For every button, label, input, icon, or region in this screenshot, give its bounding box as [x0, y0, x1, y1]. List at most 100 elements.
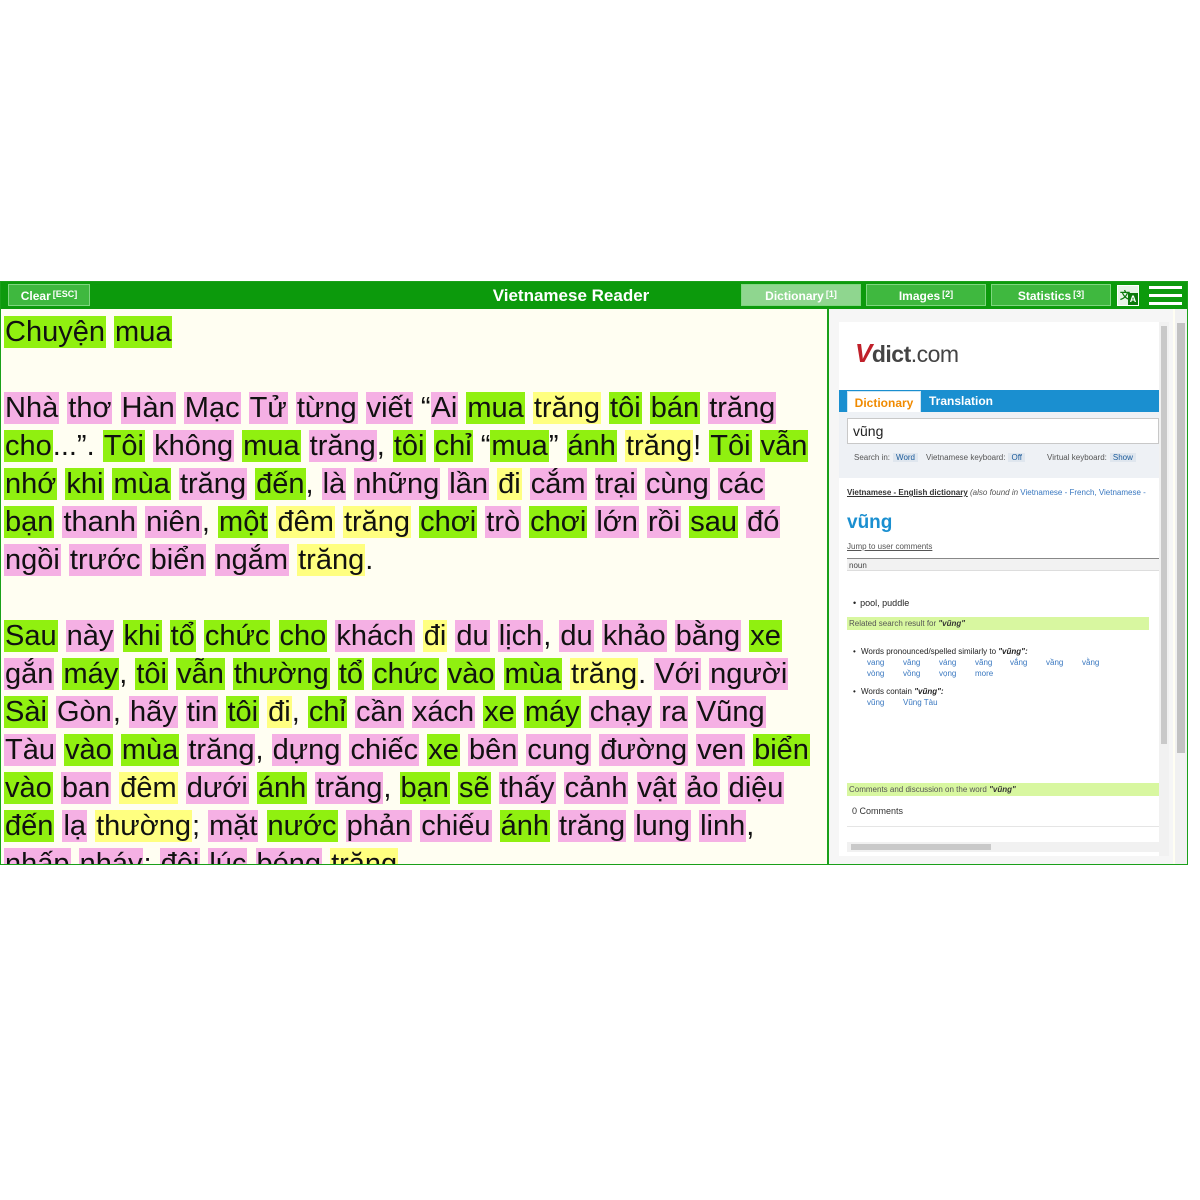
word-token[interactable]: Sau [4, 620, 58, 652]
word-token[interactable]: cắm [529, 468, 587, 500]
word-token[interactable]: hãy [128, 696, 178, 728]
word-token[interactable]: tôi [609, 392, 642, 424]
search-input[interactable]: vũng [847, 418, 1159, 444]
word-token[interactable]: trăng [342, 506, 412, 538]
word-token[interactable]: trăng [558, 810, 627, 842]
similar-word-link[interactable]: vang [867, 658, 884, 667]
word-token[interactable]: chức [203, 620, 271, 652]
word-token[interactable]: du [455, 620, 490, 652]
word-token[interactable]: Ai [430, 392, 459, 424]
word-token[interactable]: thường [95, 810, 192, 842]
virtual-keyboard-value[interactable]: Show [1109, 453, 1136, 462]
word-token[interactable]: lạ [62, 810, 88, 842]
word-token[interactable]: đêm [276, 506, 335, 538]
word-token[interactable]: diệu [727, 772, 785, 804]
word-token[interactable]: dưới [185, 772, 249, 804]
word-token[interactable]: vật [636, 772, 678, 804]
word-token[interactable]: đến [255, 468, 306, 500]
word-token[interactable]: người [709, 658, 789, 690]
similar-word-link[interactable]: vắng [1010, 658, 1027, 667]
word-token[interactable]: thanh [62, 506, 138, 538]
word-token[interactable]: đi [422, 620, 448, 652]
word-token[interactable]: bằng [674, 620, 742, 652]
word-token[interactable]: chơi [419, 506, 478, 538]
word-token[interactable]: vào [446, 658, 496, 690]
similar-word-link[interactable]: vòng [867, 669, 884, 678]
word-token[interactable]: máy [523, 696, 581, 728]
word-token[interactable]: một [218, 506, 269, 538]
word-token[interactable]: niên [145, 506, 202, 538]
word-token[interactable]: lần [448, 468, 489, 500]
word-token[interactable]: nhấp [4, 848, 71, 864]
word-token[interactable]: xách [411, 696, 476, 728]
word-token[interactable]: nước [266, 810, 338, 842]
word-token[interactable]: chơi [529, 506, 588, 538]
frame-vertical-scrollbar[interactable] [1159, 322, 1169, 856]
word-token[interactable]: Hàn [120, 392, 176, 424]
word-token[interactable]: Vũng [695, 696, 766, 728]
word-token[interactable]: cung [526, 734, 592, 766]
word-token[interactable]: thường [232, 658, 330, 690]
contain-word-link[interactable]: Vũng Tàu [903, 698, 938, 707]
vdict-tab-translation[interactable]: Translation [929, 390, 993, 412]
word-token[interactable]: ánh [256, 772, 308, 804]
word-token[interactable]: chiếc [349, 734, 420, 766]
word-token[interactable]: trăng [330, 848, 399, 864]
word-token[interactable]: cho [4, 430, 53, 462]
similar-word-link[interactable]: váng [939, 658, 956, 667]
word-token[interactable]: đêm [119, 772, 178, 804]
word-token[interactable]: bên [467, 734, 519, 766]
word-token[interactable]: trăng [570, 658, 639, 690]
vdict-tab-dictionary[interactable]: Dictionary [847, 391, 921, 412]
virtual-keyboard-option[interactable]: Virtual keyboard: Show [1047, 453, 1136, 462]
word-token[interactable]: ảo [685, 772, 720, 804]
word-token[interactable]: bán [649, 392, 701, 424]
word-token[interactable]: trăng [178, 468, 248, 500]
word-token[interactable]: ngồi [4, 544, 61, 576]
word-token[interactable]: những [354, 468, 441, 500]
word-token[interactable]: dựng [271, 734, 342, 766]
word-token[interactable]: trăng [187, 734, 256, 766]
word-token[interactable]: sẽ [457, 772, 491, 804]
word-token[interactable]: phản [345, 810, 413, 842]
word-token[interactable]: đi [497, 468, 522, 500]
word-token[interactable]: đi [267, 696, 292, 728]
word-token[interactable]: ánh [499, 810, 550, 842]
similar-word-link[interactable]: vọng [939, 669, 956, 678]
word-token[interactable]: Tàu [4, 734, 56, 766]
word-token[interactable]: các [717, 468, 766, 500]
word-token[interactable]: mua [466, 392, 525, 424]
word-token[interactable]: ánh [566, 430, 617, 462]
search-in-value[interactable]: Word [893, 453, 918, 462]
scroll-thumb[interactable] [1161, 326, 1167, 744]
word-token[interactable]: máy [62, 658, 120, 690]
word-token[interactable]: trăng [708, 392, 777, 424]
word-token[interactable]: sau [689, 506, 739, 538]
word-token[interactable]: mùa [112, 468, 171, 500]
word-token[interactable]: ven [696, 734, 745, 766]
word-token[interactable]: này [65, 620, 115, 652]
translate-icon[interactable]: 文 A [1117, 285, 1139, 306]
word-token[interactable]: tổ [337, 658, 365, 690]
word-token[interactable]: Với [654, 658, 702, 690]
word-token[interactable]: xe [749, 620, 782, 652]
horizontal-scrollbar[interactable] [847, 842, 1159, 852]
word-token[interactable]: gắn [4, 658, 55, 690]
vdict-logo[interactable]: Vdict.com [855, 338, 959, 369]
word-token[interactable]: khảo [601, 620, 667, 652]
word-token[interactable]: Gòn [55, 696, 113, 728]
word-token[interactable]: khách [335, 620, 415, 652]
word-token[interactable]: bóng [255, 848, 323, 864]
word-token[interactable]: bạn [4, 506, 55, 538]
clear-button[interactable]: Clear [ESC] [8, 284, 90, 306]
word-token[interactable]: trại [594, 468, 637, 500]
word-token[interactable]: biển [149, 544, 207, 576]
similar-word-link[interactable]: vầng [1046, 658, 1063, 667]
word-token[interactable]: Sài [4, 696, 48, 728]
word-token[interactable]: là [321, 468, 347, 500]
word-token[interactable]: viết [365, 392, 413, 424]
word-token[interactable]: trò [485, 506, 522, 538]
word-token[interactable]: Chuyện [4, 316, 106, 348]
similar-word-link[interactable]: vãng [975, 658, 992, 667]
scroll-thumb[interactable] [851, 844, 991, 850]
